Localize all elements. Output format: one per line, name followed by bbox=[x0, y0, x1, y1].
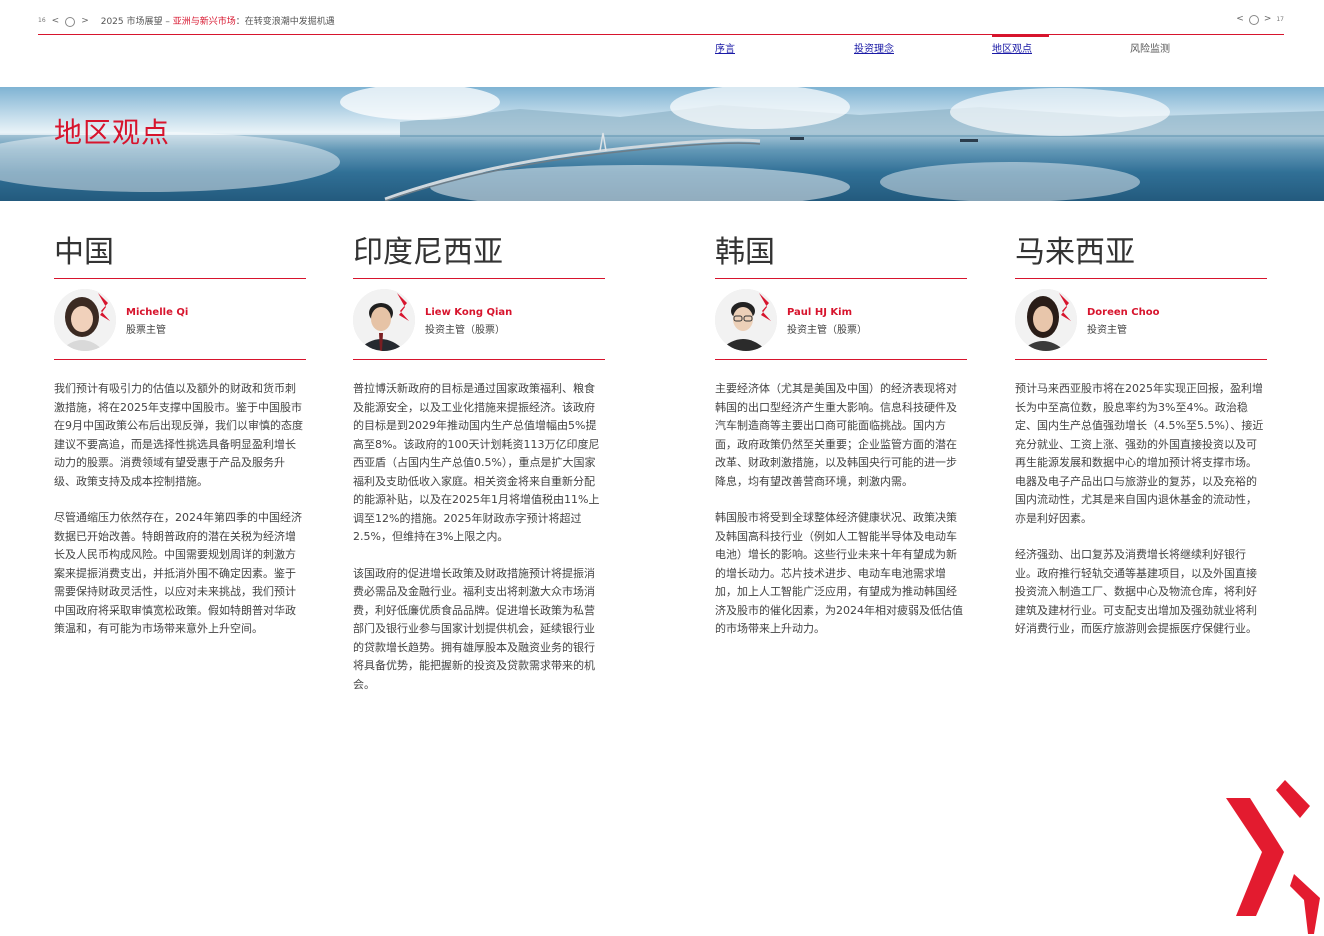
body-paragraph: 主要经济体（尤其是美国及中国）的经济表现将对韩国的出口型经济产生重大影响。信息科… bbox=[715, 382, 957, 488]
body-paragraph: 普拉博沃新政府的目标是通过国家政策福利、粮食及能源安全，以及工业化措施来提振经济… bbox=[353, 382, 600, 543]
avatar bbox=[1015, 289, 1077, 351]
next-page-button[interactable]: > bbox=[81, 16, 89, 26]
title-highlight: 亚洲与新兴市场 bbox=[172, 17, 236, 27]
portrait-icon bbox=[715, 289, 777, 351]
page-number-right: 17 bbox=[1276, 15, 1284, 23]
author-profile: Liew Kong Qian 投资主管（股票） bbox=[353, 279, 605, 360]
portrait-icon bbox=[54, 289, 116, 351]
author-profile: Doreen Choo 投资主管 bbox=[1015, 279, 1267, 360]
header-left: 16 < > 2025 市场展望 – 亚洲与新兴市场：在转变浪潮中发掘机遇 bbox=[38, 14, 335, 28]
author-name: Paul HJ Kim bbox=[787, 307, 853, 318]
next-page-button-right[interactable]: > bbox=[1264, 14, 1272, 24]
red-chevron-logo-icon bbox=[1226, 780, 1320, 934]
region-heading: 中国 bbox=[54, 236, 306, 279]
body-paragraph: 我们预计有吸引力的估值以及额外的财政和货币刺激措施，将在2025年支撑中国股市。… bbox=[54, 382, 303, 488]
nav-link-investment-philosophy[interactable]: 投资理念 bbox=[854, 40, 894, 55]
body-paragraph: 经济强劲、出口复苏及消费增长将继续利好银行业。政府推行轻轨交通等基建项目，以及外… bbox=[1015, 548, 1257, 635]
home-icon[interactable] bbox=[65, 16, 76, 27]
region-heading: 印度尼西亚 bbox=[353, 236, 605, 279]
hero-banner: 地区观点 bbox=[0, 87, 1324, 201]
author-name: Michelle Qi bbox=[126, 307, 189, 318]
title-prefix: 2025 市场展望 – bbox=[100, 17, 173, 27]
region-heading: 韩国 bbox=[715, 236, 967, 279]
nav-link-risk-monitor[interactable]: 风险监测 bbox=[1130, 40, 1170, 55]
prev-page-button-right[interactable]: < bbox=[1236, 14, 1244, 24]
avatar bbox=[353, 289, 415, 351]
prev-page-button[interactable]: < bbox=[52, 16, 60, 26]
avatar bbox=[715, 289, 777, 351]
body-paragraph: 韩国股市将受到全球整体经济健康状况、政策决策及韩国高科技行业（例如人工智能半导体… bbox=[715, 511, 963, 635]
region-column-china: 中国 Michelle Qi 股票主管 我们预计有吸引力的估值以及额外的财政和货… bbox=[54, 236, 306, 639]
portrait-icon bbox=[353, 289, 415, 351]
section-nav: 序言 投资理念 地区观点 风险监测 bbox=[715, 34, 1275, 58]
body-paragraph: 该国政府的促进增长政策及财政措施预计将提振消费必需品及金融行业。福利支出将刺激大… bbox=[353, 566, 595, 691]
author-role: 投资主管（股票） bbox=[787, 325, 867, 336]
author-profile: Michelle Qi 股票主管 bbox=[54, 279, 306, 360]
page-number-left: 16 bbox=[38, 17, 46, 24]
banner-title: 地区观点 bbox=[54, 116, 171, 149]
region-column-malaysia: 马来西亚 Doreen Choo 投资主管 预计马来西亚股市将在2025年实现正… bbox=[1015, 236, 1267, 639]
body-paragraph: 预计马来西亚股市将在2025年实现正回报，盈利增长为中至高位数，股息率约为3%至… bbox=[1015, 382, 1264, 525]
body-paragraph: 尽管通缩压力依然存在，2024年第四季的中国经济数据已开始改善。特朗普政府的潜在… bbox=[54, 511, 302, 635]
banner-image bbox=[0, 87, 1324, 201]
region-column-korea: 韩国 Paul HJ Kim 投资主管（股票） 主要经济体（尤其是美国及中国）的… bbox=[715, 236, 967, 639]
region-heading: 马来西亚 bbox=[1015, 236, 1267, 279]
portrait-icon bbox=[1015, 289, 1077, 351]
author-role: 投资主管 bbox=[1087, 325, 1127, 336]
home-icon-right[interactable] bbox=[1248, 15, 1259, 25]
author-name: Liew Kong Qian bbox=[425, 307, 513, 318]
nav-link-preface[interactable]: 序言 bbox=[715, 40, 735, 55]
header-bar: 16 < > 2025 市场展望 – 亚洲与新兴市场：在转变浪潮中发掘机遇 < … bbox=[38, 10, 1284, 35]
author-profile: Paul HJ Kim 投资主管（股票） bbox=[715, 279, 967, 360]
author-role: 投资主管（股票） bbox=[425, 325, 505, 336]
header-right: < > 17 bbox=[1236, 14, 1284, 25]
active-tab-indicator bbox=[992, 34, 1049, 37]
author-name: Doreen Choo bbox=[1087, 307, 1160, 318]
nav-link-regional-views[interactable]: 地区观点 bbox=[992, 40, 1032, 55]
title-suffix: ：在转变浪潮中发掘机遇 bbox=[235, 17, 335, 27]
document-title: 2025 市场展望 – 亚洲与新兴市场：在转变浪潮中发掘机遇 bbox=[101, 14, 335, 27]
author-role: 股票主管 bbox=[126, 325, 166, 336]
avatar bbox=[54, 289, 116, 351]
region-column-indonesia: 印度尼西亚 Liew Kong Qian 投资主管（股票） 普拉博沃新政府的目标… bbox=[353, 236, 605, 694]
